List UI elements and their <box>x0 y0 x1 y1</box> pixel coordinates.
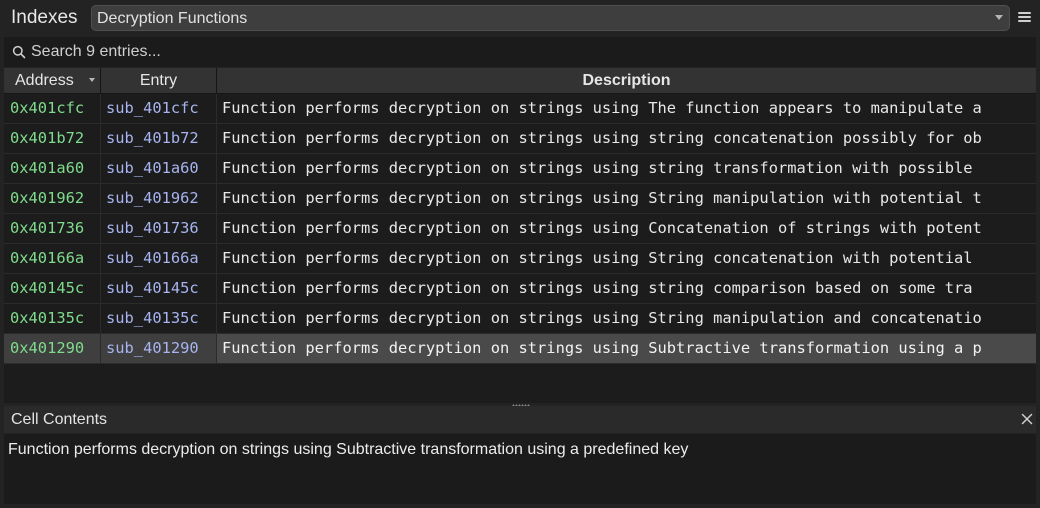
address-cell[interactable]: 0x401b72 <box>4 124 101 153</box>
entry-cell[interactable]: sub_401736 <box>101 214 217 243</box>
description-cell[interactable]: Function performs decryption on strings … <box>217 124 1036 153</box>
description-cell[interactable]: Function performs decryption on strings … <box>217 304 1036 333</box>
entry-cell[interactable]: sub_401a60 <box>101 154 217 183</box>
entry-cell[interactable]: sub_40145c <box>101 274 217 303</box>
entry-cell[interactable]: sub_401290 <box>101 334 217 363</box>
address-cell[interactable]: 0x401736 <box>4 214 101 243</box>
chevron-down-icon[interactable] <box>995 15 1003 20</box>
page-title: Indexes <box>11 7 78 28</box>
address-cell[interactable]: 0x401cfc <box>4 94 101 123</box>
column-header-description[interactable]: Description <box>217 68 1036 93</box>
table-row[interactable]: 0x40166a sub_40166a Function performs de… <box>4 244 1036 274</box>
table-row[interactable]: 0x401cfc sub_401cfc Function performs de… <box>4 94 1036 124</box>
entry-cell[interactable]: sub_401cfc <box>101 94 217 123</box>
address-cell[interactable]: 0x401a60 <box>4 154 101 183</box>
address-cell[interactable]: 0x40135c <box>4 304 101 333</box>
table-row[interactable]: 0x401a60 sub_401a60 Function performs de… <box>4 154 1036 184</box>
index-selector-value: Decryption Functions <box>97 10 248 27</box>
table-row[interactable]: 0x401736 sub_401736 Function performs de… <box>4 214 1036 244</box>
column-header-entry[interactable]: Entry <box>101 68 217 93</box>
description-cell[interactable]: Function performs decryption on strings … <box>217 244 1036 273</box>
entry-cell[interactable]: sub_401962 <box>101 184 217 213</box>
entry-cell[interactable]: sub_40135c <box>101 304 217 333</box>
cell-contents-title: Cell Contents <box>11 411 108 428</box>
description-cell[interactable]: Function performs decryption on strings … <box>217 184 1036 213</box>
table-body: 0x401cfc sub_401cfc Function performs de… <box>4 94 1036 364</box>
table-row[interactable]: 0x40145c sub_40145c Function performs de… <box>4 274 1036 304</box>
search-icon <box>12 45 26 59</box>
entry-cell[interactable]: sub_40166a <box>101 244 217 273</box>
cell-contents-text[interactable]: Function performs decryption on strings … <box>8 440 688 459</box>
sort-descending-icon <box>89 78 95 82</box>
entries-table: Address Entry Description 0x401cfc sub_4… <box>4 68 1036 403</box>
hamburger-menu-icon[interactable] <box>1018 12 1031 23</box>
description-cell[interactable]: Function performs decryption on strings … <box>217 154 1036 183</box>
description-cell[interactable]: Function performs decryption on strings … <box>217 274 1036 303</box>
address-cell[interactable]: 0x40166a <box>4 244 101 273</box>
cell-contents-body: Function performs decryption on strings … <box>4 434 1036 504</box>
indexes-window: Indexes Decryption Functions Address Ent… <box>0 0 1040 508</box>
table-row-selected[interactable]: 0x401290 sub_401290 Function performs de… <box>4 334 1036 364</box>
table-row[interactable]: 0x40135c sub_40135c Function performs de… <box>4 304 1036 334</box>
table-row[interactable]: 0x401b72 sub_401b72 Function performs de… <box>4 124 1036 154</box>
table-header: Address Entry Description <box>4 68 1036 94</box>
column-header-address-label: Address <box>15 72 74 89</box>
entry-cell[interactable]: sub_401b72 <box>101 124 217 153</box>
description-cell[interactable]: Function performs decryption on strings … <box>217 214 1036 243</box>
cell-contents-header: Cell Contents <box>4 406 1036 433</box>
close-icon[interactable] <box>1021 413 1033 425</box>
description-cell-selected[interactable]: Function performs decryption on strings … <box>217 334 1036 363</box>
address-cell[interactable]: 0x401290 <box>4 334 101 363</box>
index-selector[interactable]: Decryption Functions <box>91 5 1010 31</box>
search-input[interactable] <box>31 41 631 63</box>
search-bar <box>4 37 1036 67</box>
address-cell[interactable]: 0x40145c <box>4 274 101 303</box>
header: Indexes Decryption Functions <box>0 0 1040 36</box>
column-header-address[interactable]: Address <box>4 68 101 93</box>
description-cell[interactable]: Function performs decryption on strings … <box>217 94 1036 123</box>
address-cell[interactable]: 0x401962 <box>4 184 101 213</box>
table-row[interactable]: 0x401962 sub_401962 Function performs de… <box>4 184 1036 214</box>
